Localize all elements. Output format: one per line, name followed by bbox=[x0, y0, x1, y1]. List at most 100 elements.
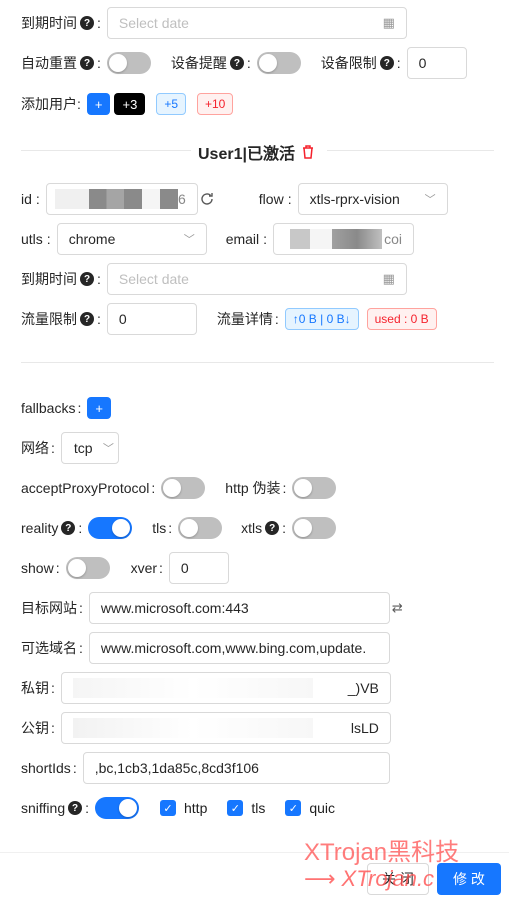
sniff-http-checkbox[interactable]: ✓ http bbox=[160, 800, 207, 816]
show-xver-row: show: xver: 0 bbox=[21, 552, 229, 584]
fallbacks-row: fallbacks: + bbox=[21, 392, 111, 424]
redacted-block bbox=[160, 189, 178, 209]
sniffing-row: sniffing?: ✓ http ✓ tls ✓ quic bbox=[21, 792, 335, 824]
utls-email-row: utls: chrome ﹀ email: coi bbox=[21, 223, 415, 255]
user-expiry-date-picker[interactable]: Select date ▦ bbox=[106, 263, 407, 295]
add-10-tag[interactable]: +10 bbox=[197, 93, 234, 115]
redacted-block bbox=[88, 189, 143, 209]
help-icon[interactable]: ? bbox=[61, 521, 76, 535]
chevron-down-icon: ﹀ bbox=[183, 234, 195, 246]
target-label: 目标网站 bbox=[21, 600, 77, 616]
sniff-quic-checkbox[interactable]: ✓ quic bbox=[285, 800, 335, 816]
watermark-arrow-row: ⟶ XTrojan.c bbox=[304, 866, 434, 892]
add-user-row: 添加用户: + +3 +5 +10 bbox=[21, 88, 234, 120]
expiry-date-picker[interactable]: Select date ▦ bbox=[106, 7, 407, 39]
email-input[interactable]: coi bbox=[273, 223, 415, 255]
server-names-input[interactable]: www.microsoft.com,www.bing.com,update. bbox=[88, 632, 390, 664]
delete-icon[interactable] bbox=[301, 144, 315, 160]
fallbacks-label: fallbacks bbox=[21, 400, 76, 416]
reality-label: reality bbox=[21, 520, 59, 536]
short-ids-input[interactable]: ,bc,1cb3,1da85c,8cd3f106 bbox=[82, 752, 390, 784]
help-icon[interactable]: ? bbox=[379, 56, 394, 70]
device-reminder-switch[interactable] bbox=[256, 52, 301, 74]
refresh-icon[interactable] bbox=[199, 191, 215, 207]
id-flow-row: id: 6 flow: xtls-rprx-vision ﹀ bbox=[21, 183, 448, 215]
reset-row: 自动重置?: 设备提醒?: 设备限制?: 0 bbox=[21, 47, 467, 79]
network-row: 网络: tcp ﹀ bbox=[21, 432, 119, 464]
public-key-input[interactable]: lsLD bbox=[60, 712, 391, 744]
watermark-text: XTrojan黑科技 bbox=[304, 839, 460, 866]
device-limit-input[interactable]: 0 bbox=[406, 47, 467, 79]
help-icon[interactable]: ? bbox=[80, 16, 94, 30]
email-label: email bbox=[225, 231, 260, 247]
sniff-tls-checkbox[interactable]: ✓ tls bbox=[227, 800, 265, 816]
xver-input[interactable]: 0 bbox=[168, 552, 229, 584]
chevron-down-icon: ﹀ bbox=[102, 443, 114, 455]
traffic-used-tag: used : 0 B bbox=[366, 308, 437, 330]
help-icon[interactable]: ? bbox=[80, 272, 94, 286]
swap-icon[interactable]: ⇄ bbox=[392, 600, 403, 616]
reality-switch[interactable] bbox=[88, 517, 133, 539]
modify-button[interactable]: 修 改 bbox=[437, 863, 501, 895]
redacted-block bbox=[310, 229, 333, 249]
auto-reset-switch[interactable] bbox=[106, 52, 151, 74]
traffic-updown-tag: ↑0 B | 0 B↓ bbox=[284, 308, 359, 330]
short-ids-label: shortIds bbox=[21, 760, 71, 776]
arrow-icon: ⟶ bbox=[304, 866, 336, 891]
help-icon[interactable]: ? bbox=[80, 312, 94, 326]
expiry-row: 到期时间?: Select date ▦ bbox=[21, 7, 407, 39]
watermark-text-2: XTrojan.c bbox=[341, 866, 435, 891]
accept-proxy-label: acceptProxyProtocol bbox=[21, 480, 150, 496]
redacted-block bbox=[54, 189, 89, 209]
http-camouflage-switch[interactable] bbox=[292, 477, 337, 499]
sniffing-switch[interactable] bbox=[95, 797, 139, 819]
target-row: 目标网站: www.microsoft.com:443 ⇄ bbox=[21, 592, 403, 624]
id-label: id bbox=[21, 191, 32, 207]
utls-select[interactable]: chrome ﹀ bbox=[56, 223, 207, 255]
divider-right bbox=[327, 150, 494, 151]
accept-proxy-switch[interactable] bbox=[161, 477, 206, 499]
server-names-label: 可选域名 bbox=[21, 640, 77, 656]
tls-label: tls bbox=[152, 520, 167, 536]
xtls-label: xtls bbox=[241, 520, 263, 536]
utls-label: utls bbox=[21, 231, 43, 247]
public-key-row: 公钥: lsLD bbox=[21, 712, 391, 744]
http-camouflage-label: http 伪装 bbox=[225, 480, 281, 496]
traffic-row: 流量限制?: 0 流量详情: ↑0 B | 0 B↓ used : 0 B bbox=[21, 303, 437, 335]
auto-reset-label: 自动重置 bbox=[21, 55, 77, 71]
server-names-row: 可选域名: www.microsoft.com,www.bing.com,upd… bbox=[21, 632, 390, 664]
add-3-button[interactable]: +3 bbox=[114, 93, 146, 115]
expiry-label: 到期时间 bbox=[21, 15, 77, 31]
public-key-label: 公钥 bbox=[21, 720, 49, 736]
help-icon[interactable]: ? bbox=[80, 56, 94, 70]
user-expiry-row: 到期时间?: Select date ▦ bbox=[21, 263, 407, 295]
network-label: 网络 bbox=[21, 440, 49, 456]
traffic-limit-label: 流量限制 bbox=[21, 311, 77, 327]
sniffing-label: sniffing bbox=[21, 800, 66, 816]
target-input[interactable]: www.microsoft.com:443 bbox=[88, 592, 390, 624]
flow-select[interactable]: xtls-rprx-vision ﹀ bbox=[297, 183, 448, 215]
calendar-icon: ▦ bbox=[382, 271, 395, 286]
private-key-input[interactable]: _)VB bbox=[60, 672, 391, 704]
traffic-limit-input[interactable]: 0 bbox=[106, 303, 197, 335]
short-ids-row: shortIds: ,bc,1cb3,1da85c,8cd3f106 bbox=[21, 752, 390, 784]
section-divider bbox=[21, 362, 494, 363]
add-5-tag[interactable]: +5 bbox=[156, 93, 186, 115]
show-switch[interactable] bbox=[65, 557, 110, 579]
id-input[interactable]: 6 bbox=[45, 183, 198, 215]
add-user-button[interactable]: + bbox=[86, 93, 111, 115]
tls-switch[interactable] bbox=[178, 517, 223, 539]
check-icon: ✓ bbox=[160, 800, 176, 816]
xver-label: xver bbox=[130, 560, 158, 576]
help-icon[interactable]: ? bbox=[68, 801, 83, 815]
redacted-block bbox=[290, 229, 311, 249]
help-icon[interactable]: ? bbox=[265, 521, 280, 535]
check-icon: ✓ bbox=[285, 800, 302, 816]
user-expiry-label: 到期时间 bbox=[21, 271, 77, 287]
add-fallback-button[interactable]: + bbox=[87, 397, 111, 419]
show-label: show bbox=[21, 560, 54, 576]
xtls-switch[interactable] bbox=[292, 517, 337, 539]
help-icon[interactable]: ? bbox=[229, 56, 244, 70]
user-header: User1|已激活 bbox=[198, 140, 315, 164]
network-select[interactable]: tcp ﹀ bbox=[60, 432, 119, 464]
